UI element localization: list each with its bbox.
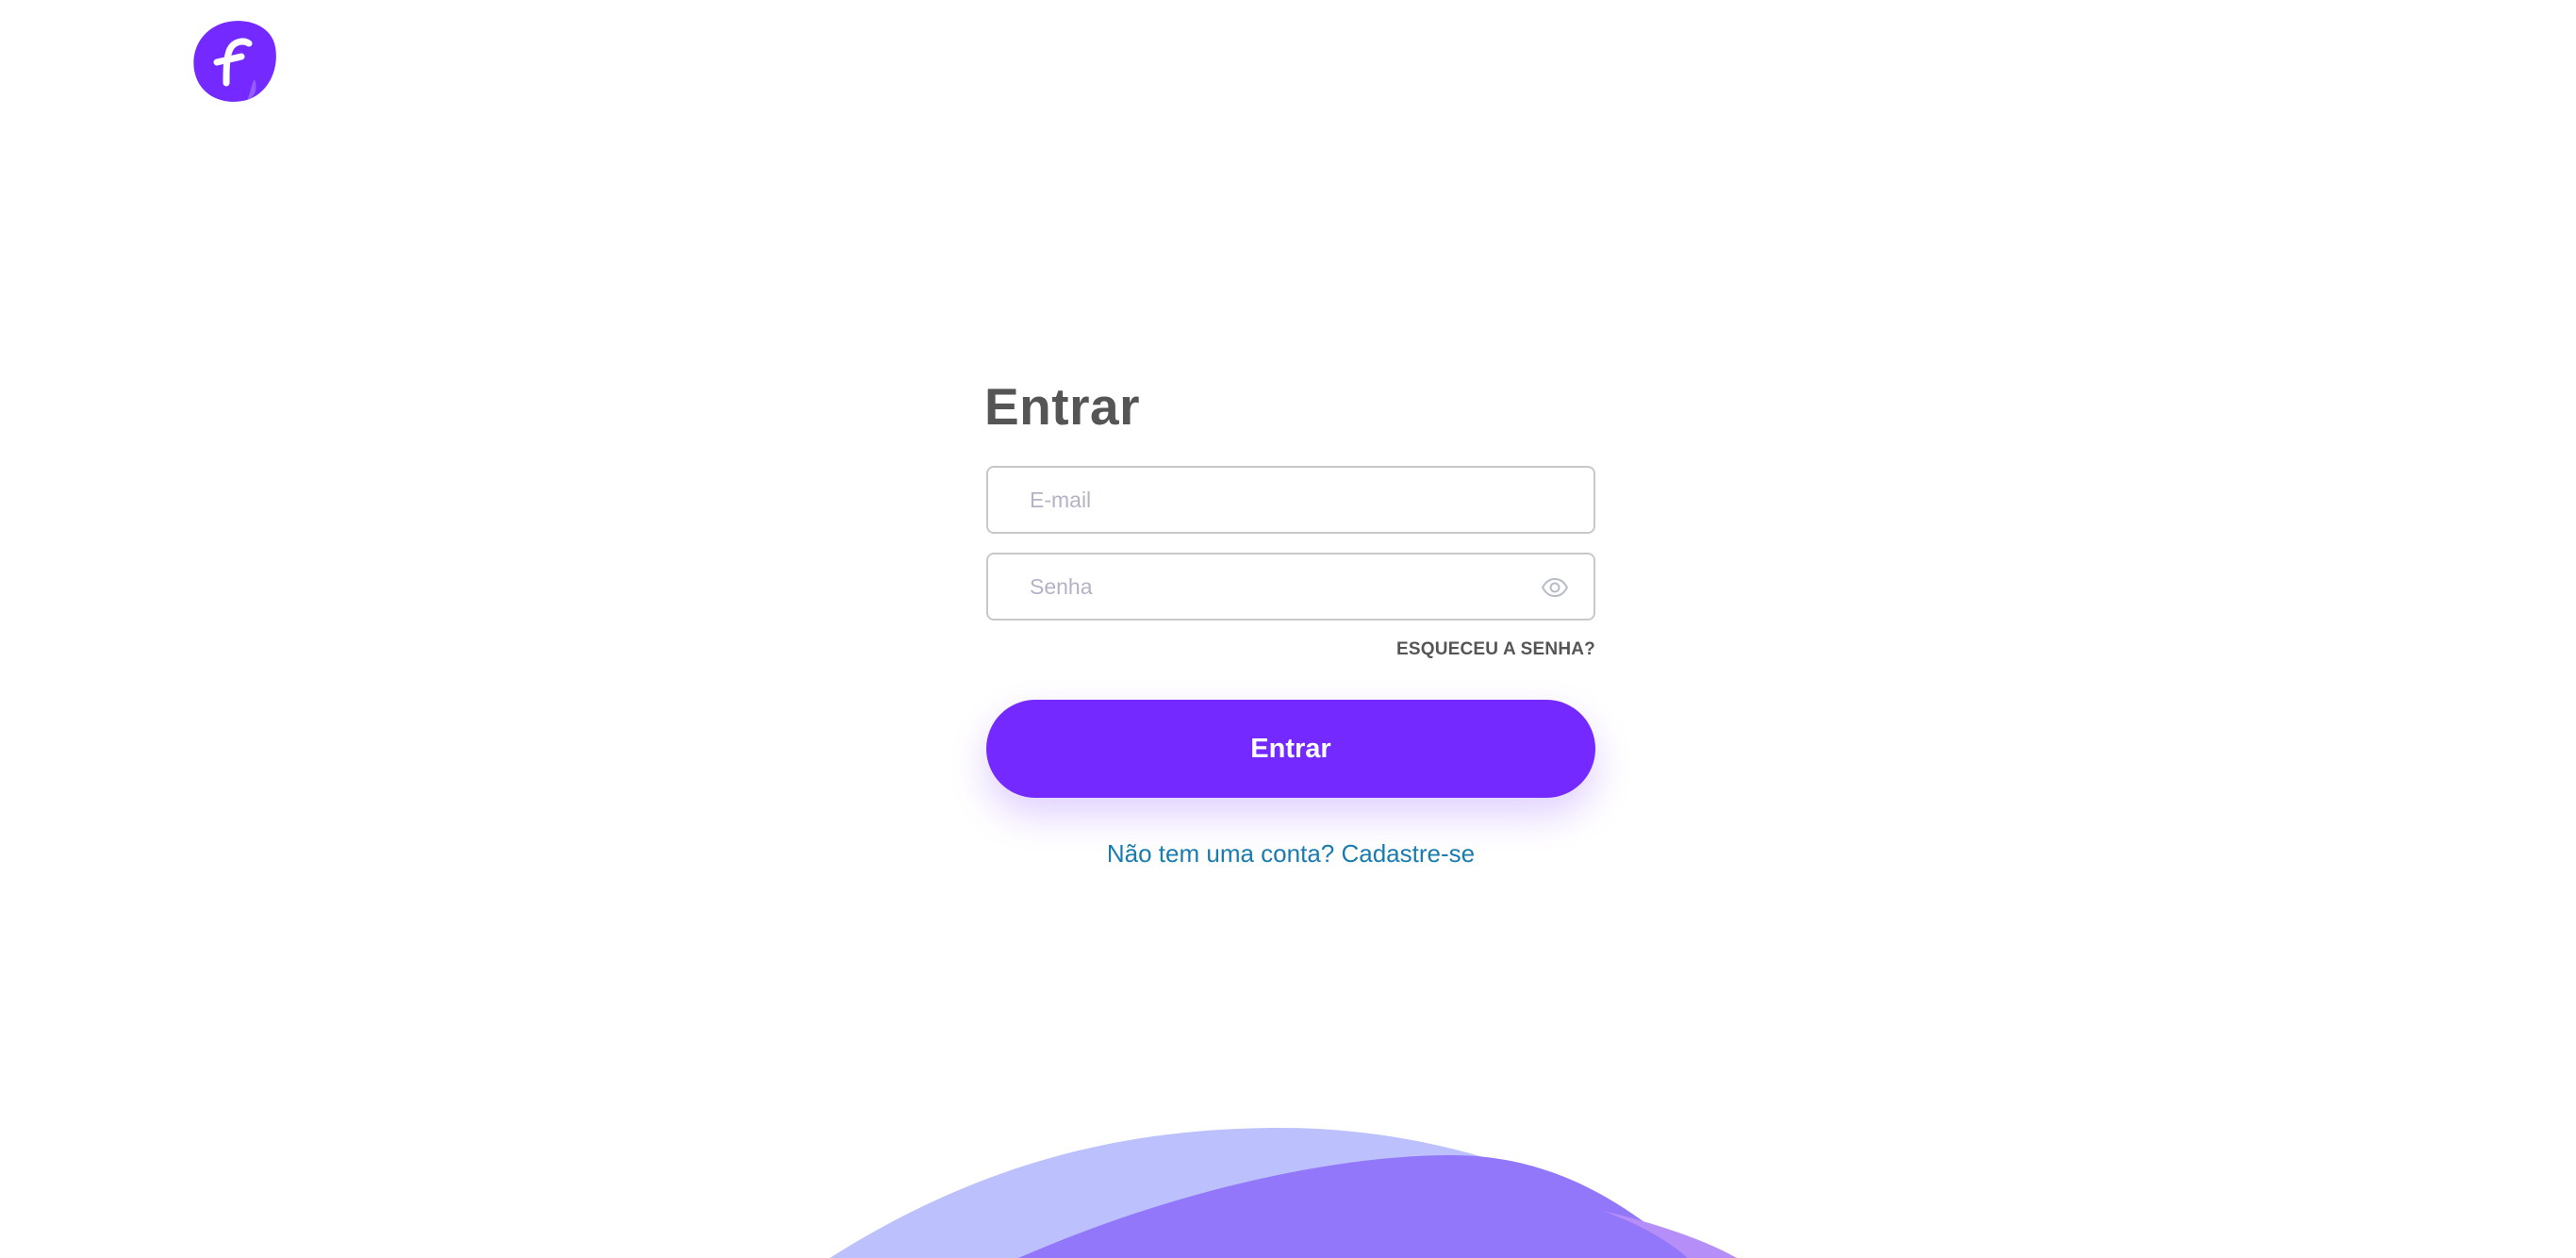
email-field-wrapper: [986, 466, 1595, 534]
login-button[interactable]: Entrar: [986, 700, 1595, 798]
page-title: Entrar: [984, 377, 1140, 436]
password-field-wrapper: [986, 553, 1595, 621]
password-input[interactable]: [988, 555, 1593, 619]
eye-icon[interactable]: [1541, 573, 1569, 602]
signup-link[interactable]: Não tem uma conta? Cadastre-se: [1107, 839, 1475, 868]
forgot-password-row: ESQUECEU A SENHA?: [984, 639, 1597, 671]
login-page: Entrar ESQUECEU A SENHA? Entrar Não tem …: [0, 0, 2576, 1258]
login-form: Entrar ESQUECEU A SENHA? Entrar Não tem …: [984, 373, 1597, 869]
brand-logo-icon: [193, 21, 276, 102]
decorative-waves: [0, 1113, 2576, 1258]
email-input[interactable]: [988, 468, 1593, 532]
forgot-password-link[interactable]: ESQUECEU A SENHA?: [1396, 639, 1595, 659]
signup-row: Não tem uma conta? Cadastre-se: [984, 839, 1597, 869]
brand-logo[interactable]: [189, 19, 279, 104]
